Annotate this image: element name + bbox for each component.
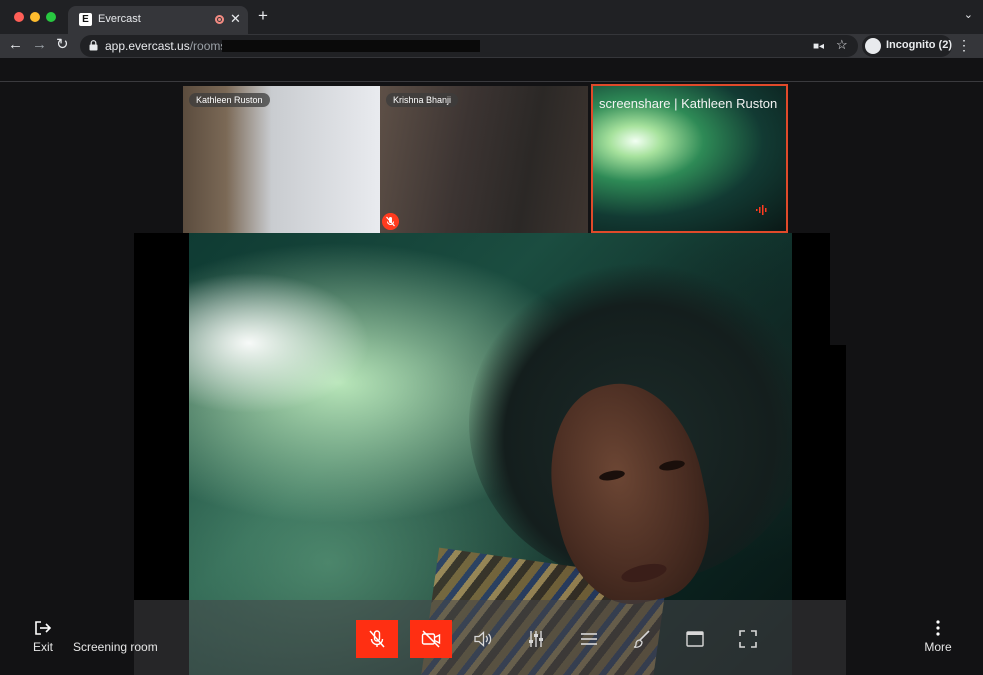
camera-toggle-button[interactable] — [410, 620, 452, 658]
maximize-window-button[interactable] — [46, 12, 56, 22]
tab-title: Evercast — [98, 13, 141, 25]
browser-menu-icon[interactable]: ⋮ — [957, 37, 971, 54]
menu-icon[interactable] — [578, 628, 600, 650]
forward-button[interactable]: → — [32, 36, 47, 53]
camera-icon[interactable]: ■◂ — [813, 41, 824, 52]
redacted-url-segment — [222, 40, 480, 52]
screenshare-title: screenshare | Kathleen Ruston — [599, 96, 778, 111]
reload-button[interactable]: ↻ — [56, 35, 69, 53]
browser-tab[interactable]: E Evercast ✕ — [68, 6, 248, 34]
minimize-window-button[interactable] — [30, 12, 40, 22]
participant-tile[interactable]: Krishna Bhanji — [380, 86, 588, 233]
mic-toggle-button[interactable] — [356, 620, 398, 658]
exit-label: Exit — [32, 640, 53, 654]
browser-tabstrip: E Evercast ✕ + ⌄ — [0, 0, 983, 34]
url-text: app.evercast.us/rooms/ — [105, 39, 230, 53]
browser-toolbar: ← → ↻ app.evercast.us/rooms/ ■◂ ☆ Incogn… — [0, 34, 983, 58]
participant-name: Krishna Bhanji — [386, 93, 459, 107]
fullscreen-icon[interactable] — [737, 628, 759, 650]
lock-icon — [89, 40, 98, 51]
participant-tile[interactable]: Kathleen Ruston — [183, 86, 380, 233]
participant-name: Kathleen Ruston — [189, 93, 270, 107]
room-name: Screening room — [73, 640, 158, 654]
app-topbar — [0, 58, 983, 82]
window-icon[interactable] — [684, 628, 706, 650]
new-tab-button[interactable]: + — [258, 6, 268, 26]
incognito-badge[interactable]: Incognito (2) — [862, 35, 952, 57]
speaker-icon[interactable] — [472, 628, 494, 650]
tab-search-icon[interactable]: ⌄ — [964, 8, 973, 21]
exit-icon — [35, 621, 52, 635]
address-bar[interactable]: app.evercast.us/rooms/ ■◂ ☆ — [80, 35, 858, 57]
evercast-favicon-icon: E — [79, 13, 92, 26]
sliders-icon[interactable] — [525, 628, 547, 650]
exit-button[interactable]: Exit — [22, 620, 64, 660]
more-vert-icon — [936, 620, 940, 636]
url-host: app.evercast.us — [105, 39, 190, 53]
control-bar — [134, 600, 846, 675]
app-window: E Evercast ✕ + ⌄ ← → ↻ app.evercast.us/r… — [0, 0, 983, 675]
more-label: More — [924, 640, 952, 654]
speaking-indicator-icon — [756, 205, 767, 215]
close-tab-icon[interactable]: ✕ — [230, 11, 241, 27]
brush-icon[interactable] — [631, 628, 653, 650]
back-button[interactable]: ← — [8, 36, 23, 53]
more-button[interactable]: More — [918, 620, 958, 660]
camera-off-icon — [421, 630, 441, 648]
incognito-label: Incognito (2) — [886, 39, 952, 51]
close-window-button[interactable] — [14, 12, 24, 22]
screenshare-tile[interactable]: screenshare | Kathleen Ruston — [591, 84, 788, 233]
star-icon[interactable]: ☆ — [836, 37, 848, 53]
incognito-icon — [865, 38, 881, 54]
mic-off-icon — [369, 630, 385, 648]
recording-indicator-icon — [215, 15, 224, 24]
mic-muted-icon — [382, 213, 399, 230]
